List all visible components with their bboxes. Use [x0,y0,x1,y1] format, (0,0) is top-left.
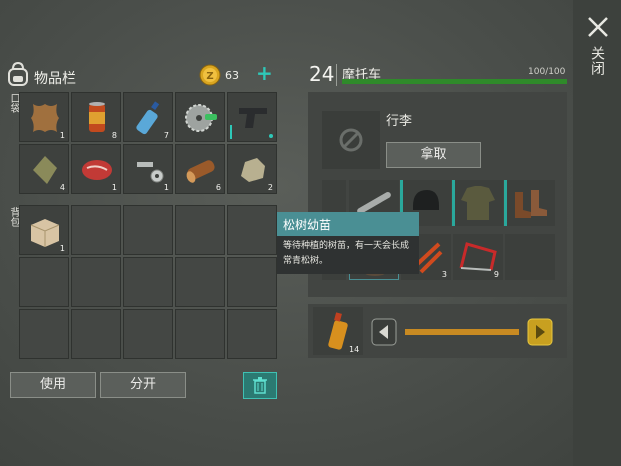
slot-quantity: 1 [111,183,117,192]
slot-quantity: 4 [59,183,65,192]
pocket-slot[interactable]: 1 [123,144,173,194]
vehicle-slot[interactable] [452,180,503,226]
divider [336,64,337,86]
backpack-slot[interactable] [175,205,225,255]
close-label[interactable]: 关闭 [587,46,607,76]
backpack-slot[interactable] [175,257,225,307]
vehicle-slot[interactable] [505,234,555,280]
pistol-icon [239,108,267,128]
pocket-slot[interactable]: 6 [175,144,225,194]
pocket-slot[interactable]: 4 [19,144,69,194]
slot-quantity: 3 [441,270,447,279]
gold-coin-icon: Z [199,64,221,86]
pocket-slot[interactable] [175,92,225,142]
backpack-slot[interactable] [227,205,277,255]
tooltip-description: 等待种植的树苗，有一天会长成常青松树。 [283,241,410,266]
pocket-slot[interactable]: 8 [71,92,121,142]
tooltip-title: 松树幼苗 [283,218,332,232]
pocket-slot[interactable]: 7 [123,92,173,142]
backpack-slot[interactable]: 1 [19,205,69,255]
jacket-icon [461,186,495,220]
pocket-slot[interactable]: 1 [19,92,69,142]
vehicle-capacity: 100/100 [528,67,566,77]
use-button[interactable]: 使用 [10,372,96,398]
vehicle-slot[interactable] [504,180,555,226]
slot-quantity: 7 [163,131,169,140]
vehicle-level: 24 [309,62,335,86]
backpack-slot[interactable] [227,257,277,307]
add-coins-button[interactable]: + [256,63,273,83]
pocket-slot[interactable]: 2 [227,144,277,194]
svg-text:Z: Z [206,71,213,82]
fuel-slider-track[interactable] [405,329,519,335]
backpack-slot[interactable] [123,257,173,307]
slot-quantity: 6 [215,183,221,192]
capacity-bar [342,79,567,84]
backpack-slot[interactable] [19,257,69,307]
backpack-slot[interactable] [19,309,69,359]
split-button[interactable]: 分开 [100,372,186,398]
saw-blade-icon [185,104,217,132]
slot-quantity: 1 [163,183,169,192]
pocket-slot[interactable] [227,92,277,142]
take-button[interactable]: 拿取 [386,142,481,168]
backpack-slot[interactable] [71,257,121,307]
slot-quantity: 9 [493,270,499,279]
slot-quantity: 8 [111,131,117,140]
luggage-label: 行李 [386,114,413,129]
backpack-slot[interactable] [123,205,173,255]
pocket-slot[interactable]: 1 [71,144,121,194]
backpack-slot[interactable] [123,309,173,359]
fuel-quantity: 14 [349,345,360,354]
coin-count: 63 [225,69,239,82]
backpack-slot[interactable] [71,309,121,359]
trash-icon [253,377,267,394]
backpack-slot[interactable] [227,309,277,359]
slot-quantity: 2 [267,183,273,192]
prohibited-icon [339,128,363,152]
trash-button[interactable] [243,372,277,399]
drop-slot[interactable] [322,111,380,169]
slot-quantity: 1 [59,244,65,253]
arrow-left-icon[interactable] [371,318,397,346]
vehicle-slot[interactable]: 9 [453,234,503,280]
backpack-slot[interactable] [175,309,225,359]
close-icon[interactable] [585,14,611,40]
arrow-right-icon[interactable] [527,318,553,346]
inventory-title: 物品栏 [34,71,76,87]
boots-icon [515,190,547,218]
backpack-slot[interactable] [71,205,121,255]
slot-quantity: 1 [59,131,65,140]
backpack-icon [8,61,28,86]
